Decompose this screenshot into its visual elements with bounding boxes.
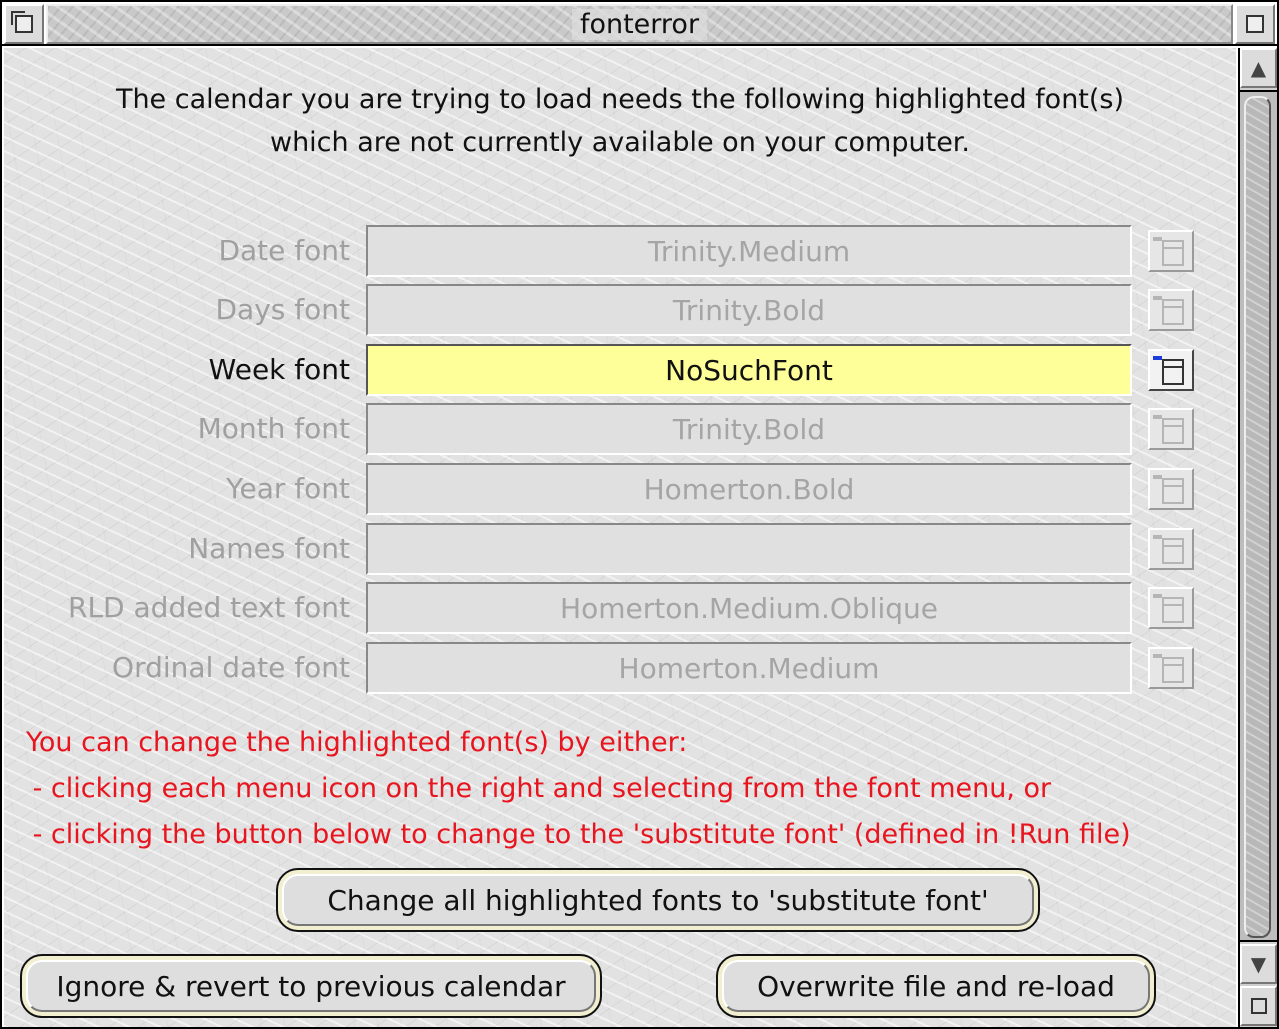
names-font-menu-icon[interactable] xyxy=(1148,528,1194,570)
week-font-label: Week font xyxy=(208,353,350,386)
date-font-menu-icon[interactable] xyxy=(1148,230,1194,272)
intro-line-2: which are not currently available on you… xyxy=(269,127,971,158)
substitute-font-button-label: Change all highlighted fonts to 'substit… xyxy=(282,874,1034,926)
vertical-scrollbar[interactable]: ▲ ▼ xyxy=(1238,48,1277,1027)
date-font-field: Trinity.Medium xyxy=(366,225,1132,277)
rld-added-text-font-menu-icon[interactable] xyxy=(1148,587,1194,629)
help-line-2: - clicking each menu icon on the right a… xyxy=(24,773,1052,804)
fonterror-window: fonterror The calendar you are trying to… xyxy=(0,0,1279,1029)
year-font-label: Year font xyxy=(226,472,350,505)
scroll-thumb[interactable] xyxy=(1244,96,1271,938)
days-font-menu-icon[interactable] xyxy=(1148,289,1194,331)
week-font-menu-icon[interactable] xyxy=(1148,349,1194,391)
ordinal-date-font-field: Homerton.Medium xyxy=(366,642,1132,694)
month-font-label: Month font xyxy=(197,412,350,445)
date-font-label: Date font xyxy=(218,234,350,267)
adjust-size-icon[interactable] xyxy=(1240,986,1277,1026)
help-line-1: You can change the highlighted font(s) b… xyxy=(26,727,688,758)
back-icon[interactable] xyxy=(4,4,44,44)
ordinal-date-font-menu-icon[interactable] xyxy=(1148,647,1194,689)
names-font-field xyxy=(366,523,1132,575)
ordinal-date-font-label: Ordinal date font xyxy=(112,651,350,684)
overwrite-reload-button-label: Overwrite file and re-load xyxy=(722,960,1150,1012)
scroll-up-arrow-icon[interactable]: ▲ xyxy=(1240,48,1277,88)
year-font-field: Homerton.Bold xyxy=(366,463,1132,515)
month-font-menu-icon[interactable] xyxy=(1148,408,1194,450)
substitute-font-button[interactable]: Change all highlighted fonts to 'substit… xyxy=(276,868,1040,932)
rld-added-text-font-field: Homerton.Medium.Oblique xyxy=(366,582,1132,634)
scroll-track[interactable] xyxy=(1240,90,1277,942)
window-title: fonterror xyxy=(571,8,708,40)
toggle-size-icon[interactable] xyxy=(1235,4,1275,44)
help-line-3: - clicking the button below to change to… xyxy=(24,819,1131,850)
ignore-revert-button[interactable]: Ignore & revert to previous calendar xyxy=(20,954,602,1018)
week-font-field: NoSuchFont xyxy=(366,344,1132,396)
days-font-label: Days font xyxy=(215,293,351,326)
title-drag-area[interactable]: fonterror xyxy=(46,4,1233,44)
ignore-revert-button-label: Ignore & revert to previous calendar xyxy=(26,960,596,1012)
month-font-field: Trinity.Bold xyxy=(366,403,1132,455)
days-font-field: Trinity.Bold xyxy=(366,284,1132,336)
year-font-menu-icon[interactable] xyxy=(1148,468,1194,510)
intro-line-1: The calendar you are trying to load need… xyxy=(115,84,1125,115)
title-bar[interactable]: fonterror xyxy=(2,2,1277,46)
rld-added-text-font-label: RLD added text font xyxy=(68,591,350,624)
overwrite-reload-button[interactable]: Overwrite file and re-load xyxy=(716,954,1156,1018)
dialog-content: The calendar you are trying to load need… xyxy=(4,48,1236,1027)
intro-text: The calendar you are trying to load need… xyxy=(4,78,1236,164)
names-font-label: Names font xyxy=(188,532,350,565)
scroll-down-arrow-icon[interactable]: ▼ xyxy=(1240,944,1277,984)
